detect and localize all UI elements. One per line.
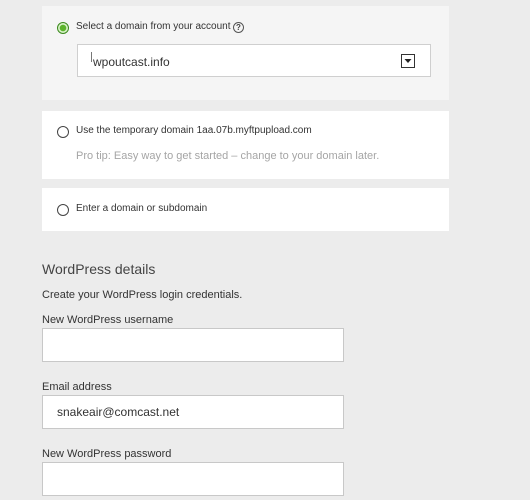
text-cursor: [91, 52, 92, 62]
temporary-domain-label[interactable]: Use the temporary domain 1aa.07b.myftpup…: [76, 125, 312, 136]
password-input[interactable]: [42, 462, 344, 496]
domain-option-account-panel: Select a domain from your account ? wpou…: [42, 6, 449, 100]
domain-option-temporary-panel: Use the temporary domain 1aa.07b.myftpup…: [42, 111, 449, 179]
username-input[interactable]: [42, 328, 344, 362]
account-domain-radio[interactable]: [57, 22, 69, 34]
email-label: Email address: [42, 381, 112, 393]
wordpress-details-description: Create your WordPress login credentials.: [42, 289, 243, 301]
account-domain-label[interactable]: Select a domain from your account: [76, 21, 231, 32]
custom-domain-radio[interactable]: [57, 204, 69, 216]
pro-tip-text: Pro tip: Easy way to get started – chang…: [76, 150, 380, 162]
domain-select-value: wpoutcast.info: [93, 55, 170, 69]
domain-option-custom-panel: Enter a domain or subdomain: [42, 188, 449, 231]
temporary-domain-radio[interactable]: [57, 126, 69, 138]
username-label: New WordPress username: [42, 314, 174, 326]
password-label: New WordPress password: [42, 448, 172, 460]
domain-select[interactable]: wpoutcast.info: [77, 44, 431, 77]
help-icon[interactable]: ?: [233, 22, 244, 33]
chevron-down-icon[interactable]: [401, 54, 415, 68]
email-input[interactable]: [42, 395, 344, 429]
wordpress-details-heading: WordPress details: [42, 261, 156, 277]
custom-domain-label[interactable]: Enter a domain or subdomain: [76, 203, 207, 214]
